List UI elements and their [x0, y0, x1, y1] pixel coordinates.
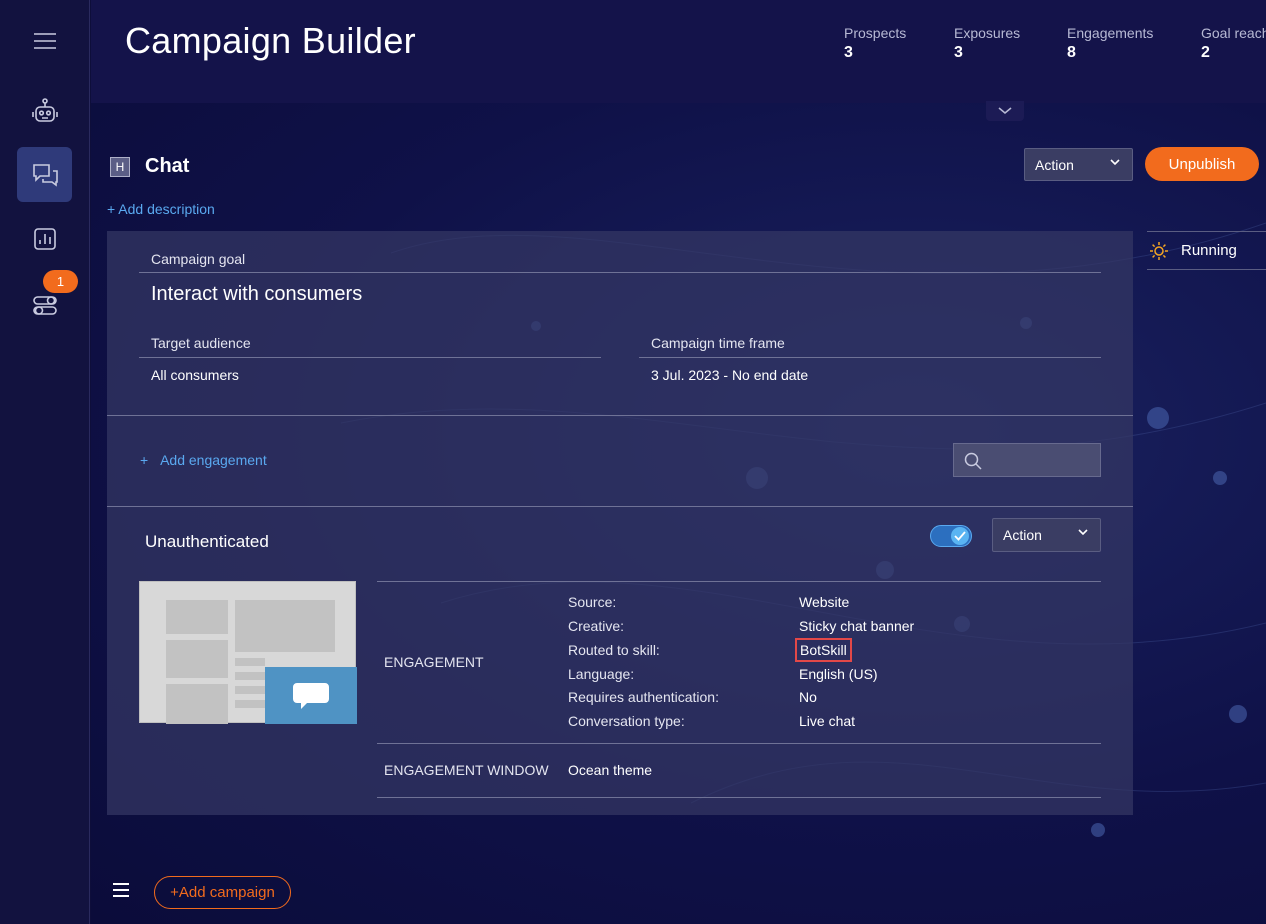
campaign-name[interactable]: Chat	[145, 155, 189, 178]
detail-key: Conversation type:	[568, 713, 685, 729]
add-description-link[interactable]: + Add description	[107, 201, 215, 217]
detail-key: Creative:	[568, 618, 625, 634]
placeholder-block	[235, 600, 335, 652]
campaign-priority-badge: H	[110, 157, 130, 177]
detail-key: Language:	[568, 666, 635, 682]
placeholder-block	[166, 600, 228, 634]
divider	[377, 581, 1101, 582]
chevron-down-icon	[998, 107, 1012, 115]
stat-label: Exposures	[954, 25, 1021, 41]
status-text: Running	[1181, 242, 1237, 259]
dropdown-label: Action	[1003, 527, 1042, 543]
audience-value[interactable]: All consumers	[151, 367, 239, 383]
detail-row-source: Source: Website	[568, 594, 849, 610]
chat-bubbles-icon[interactable]	[17, 147, 72, 202]
stat-prospects: Prospects 3	[844, 25, 906, 62]
engagement-window-value[interactable]: Ocean theme	[568, 762, 652, 778]
menu-icon[interactable]	[17, 13, 72, 68]
page-title: Campaign Builder	[125, 20, 416, 61]
plus-icon: +	[140, 452, 149, 468]
stat-label: Engagements	[1067, 25, 1154, 41]
engagement-section-label: ENGAGEMENT	[384, 654, 484, 670]
stat-goal-reach: Goal reach 2	[1201, 25, 1266, 62]
campaign-status: Running	[1147, 231, 1266, 270]
placeholder-block	[235, 686, 265, 694]
add-engagement-link[interactable]: + Add engagement	[140, 452, 267, 468]
engagement-window-label: ENGAGEMENT WINDOW	[384, 762, 549, 778]
engagement-search-input[interactable]	[953, 443, 1101, 477]
detail-value: English (US)	[799, 666, 878, 682]
divider	[107, 415, 1133, 416]
placeholder-block	[235, 658, 265, 666]
engagement-action-dropdown[interactable]: Action	[992, 518, 1101, 552]
timeframe-value[interactable]: 3 Jul. 2023 - No end date	[651, 367, 808, 383]
detail-row-creative: Creative: Sticky chat banner	[568, 618, 914, 634]
list-menu-icon[interactable]	[112, 881, 130, 904]
detail-value: Website	[799, 594, 850, 610]
stat-engagements: Engagements 8	[1067, 25, 1153, 62]
check-icon	[954, 531, 966, 541]
campaign-action-dropdown[interactable]: Action	[1024, 148, 1133, 181]
divider	[107, 506, 1133, 507]
divider	[639, 357, 1101, 358]
divider	[139, 272, 1101, 273]
stat-label: Prospects	[844, 25, 907, 41]
dropdown-label: Action	[1035, 156, 1074, 173]
goal-value[interactable]: Interact with consumers	[151, 283, 362, 306]
detail-value: Sticky chat banner	[799, 618, 915, 634]
placeholder-block	[166, 640, 228, 678]
timeframe-label: Campaign time frame	[651, 335, 785, 351]
stat-exposures: Exposures 3	[954, 25, 1020, 62]
engagement-preview-thumbnail[interactable]	[139, 581, 357, 724]
add-campaign-button[interactable]: +Add campaign	[154, 876, 291, 909]
detail-row-language: Language: English (US)	[568, 666, 878, 682]
detail-key: Routed to skill:	[568, 642, 660, 658]
divider	[377, 797, 1101, 798]
detail-row-skill: Routed to skill: BotSkill	[568, 638, 852, 662]
bot-icon[interactable]	[17, 84, 72, 139]
stat-value: 8	[1067, 44, 1076, 61]
placeholder-block	[166, 684, 228, 724]
search-icon	[964, 452, 982, 470]
header-bar: Campaign Builder Prospects 3 Exposures 3…	[91, 0, 1266, 103]
report-chart-icon[interactable]	[17, 211, 72, 266]
sticky-chat-banner-preview	[265, 667, 357, 724]
chevron-down-icon	[1110, 159, 1120, 166]
stat-value: 2	[1201, 44, 1210, 61]
stat-value: 3	[844, 44, 853, 61]
detail-row-authentication: Requires authentication: No	[568, 689, 817, 705]
divider	[139, 357, 601, 358]
sun-icon	[1150, 242, 1168, 260]
stat-value: 3	[954, 44, 963, 61]
engagement-toggle[interactable]	[930, 525, 972, 547]
stat-label: Goal reach	[1201, 25, 1266, 41]
placeholder-block	[235, 700, 265, 708]
detail-value: No	[799, 689, 817, 705]
detail-value: Live chat	[799, 713, 856, 729]
goal-label: Campaign goal	[151, 251, 246, 267]
detail-key: Requires authentication:	[568, 689, 719, 705]
add-engagement-label: Add engagement	[160, 452, 267, 468]
unpublish-button[interactable]: Unpublish	[1145, 147, 1259, 181]
chevron-down-icon	[1078, 529, 1088, 536]
campaign-card: Campaign goal Interact with consumers Ta…	[107, 231, 1133, 815]
divider	[377, 743, 1101, 744]
placeholder-block	[235, 672, 265, 680]
detail-value-highlighted: BotSkill	[795, 638, 852, 662]
detail-row-conversation-type: Conversation type: Live chat	[568, 713, 855, 729]
engagement-title[interactable]: Unauthenticated	[145, 532, 269, 552]
collapse-header-button[interactable]	[986, 101, 1024, 121]
sidebar: 1	[0, 0, 90, 924]
detail-key: Source:	[568, 594, 617, 610]
audience-label: Target audience	[151, 335, 251, 351]
notification-badge: 1	[43, 270, 78, 293]
toggle-knob	[951, 527, 969, 545]
speech-bubble-icon	[293, 682, 329, 709]
